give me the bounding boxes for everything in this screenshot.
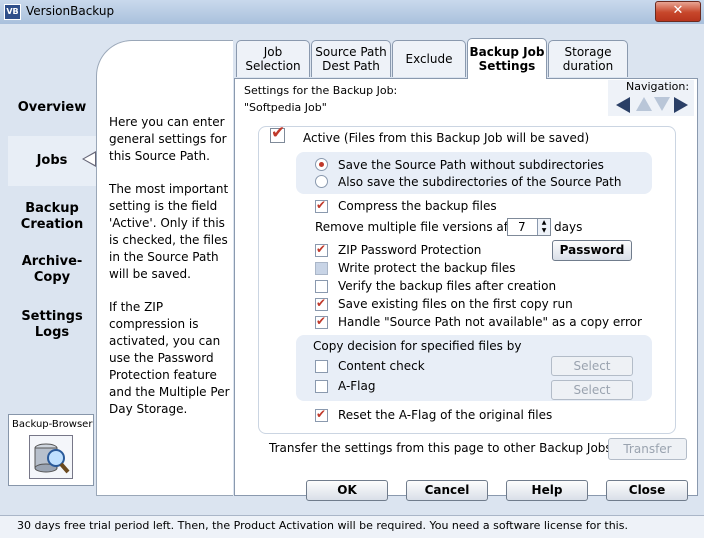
transfer-label: Transfer the settings from this page to … xyxy=(269,441,616,455)
settings-for-label: Settings for the Backup Job: xyxy=(244,84,398,97)
job-header: Settings for the Backup Job: "Softpedia … xyxy=(244,82,397,116)
tab-label-line1: Job xyxy=(263,45,283,59)
nav-overview[interactable]: Overview xyxy=(8,100,96,118)
job-name: "Softpedia Job" xyxy=(244,101,327,114)
nav-pointer-inner xyxy=(84,153,95,165)
remove-versions-label: Remove multiple file versions after xyxy=(315,220,525,234)
days-label: days xyxy=(554,220,583,234)
nav-backup-creation-line1: Backup xyxy=(25,201,79,216)
tab-label-line2: Dest Path xyxy=(322,59,380,73)
zip-password-checkbox[interactable] xyxy=(315,242,328,257)
navigation-label: Navigation: xyxy=(626,80,690,93)
remove-days-value: 7 xyxy=(518,220,526,234)
nav-up-icon[interactable] xyxy=(636,97,652,111)
save-existing-checkbox[interactable] xyxy=(315,296,328,311)
tab-exclude[interactable]: Exclude xyxy=(392,40,466,77)
tab-storage-duration[interactable]: Storage duration xyxy=(548,40,628,77)
reset-a-flag-checkbox[interactable] xyxy=(315,407,328,422)
info-paragraph-1: Here you can enter general settings for … xyxy=(109,115,227,163)
ok-button[interactable]: OK xyxy=(306,480,388,501)
write-protect-checkbox[interactable] xyxy=(315,262,328,275)
window-close-button[interactable]: ✕ xyxy=(655,1,701,22)
backup-browser-button[interactable]: Backup-Browser xyxy=(8,414,94,486)
tab-source-dest-path[interactable]: Source Path Dest Path xyxy=(311,40,391,77)
app-icon: VB xyxy=(4,4,21,20)
help-button[interactable]: Help xyxy=(506,480,588,501)
navigation-box: Navigation: xyxy=(608,80,694,116)
radio-with-subdirs[interactable] xyxy=(315,175,328,188)
tab-job-selection[interactable]: Job Selection xyxy=(236,40,310,77)
close-button[interactable]: Close xyxy=(606,480,688,501)
magnifier-disk-icon xyxy=(29,435,73,479)
radio-without-subdirs-label: Save the Source Path without subdirector… xyxy=(338,158,604,172)
radio-without-subdirs[interactable] xyxy=(315,158,328,171)
tab-label-line2: duration xyxy=(562,59,614,73)
verify-checkbox[interactable] xyxy=(315,280,328,293)
nav-archive-copy[interactable]: Archive- Copy xyxy=(8,254,96,286)
nav-down-icon[interactable] xyxy=(654,97,670,111)
save-existing-label: Save existing files on the first copy ru… xyxy=(338,297,573,311)
info-text: Here you can enter general settings for … xyxy=(109,114,231,434)
active-checkbox[interactable] xyxy=(270,123,285,143)
zip-password-label: ZIP Password Protection xyxy=(338,243,482,257)
info-paragraph-2: The most important setting is the field … xyxy=(109,182,229,281)
nav-settings-logs[interactable]: Settings Logs xyxy=(8,309,96,341)
status-text: 30 days free trial period left. Then, th… xyxy=(17,519,628,532)
window-title: VersionBackup xyxy=(26,4,115,18)
verify-label: Verify the backup files after creation xyxy=(338,279,557,293)
radio-with-subdirs-label: Also save the subdirectories of the Sour… xyxy=(338,175,622,189)
spin-arrows-icon[interactable]: ▲ ▼ xyxy=(537,219,550,235)
tab-label-line2: Settings xyxy=(478,59,536,73)
status-bar: 30 days free trial period left. Then, th… xyxy=(0,515,704,538)
remove-days-stepper[interactable]: 7 ▲ ▼ xyxy=(507,218,551,236)
nav-prev-icon[interactable] xyxy=(616,97,630,113)
tab-label-line1: Backup Job xyxy=(469,45,545,59)
handle-unavailable-checkbox[interactable] xyxy=(315,314,328,329)
a-flag-select-button[interactable]: Select xyxy=(551,380,633,400)
password-button[interactable]: Password xyxy=(552,240,632,261)
handle-unavailable-label: Handle "Source Path not available" as a … xyxy=(338,315,642,329)
nav-backup-creation-line2: Creation xyxy=(20,217,84,232)
copy-decision-label: Copy decision for specified files by xyxy=(313,339,522,353)
write-protect-label: Write protect the backup files xyxy=(338,261,516,275)
a-flag-label: A-Flag xyxy=(338,379,376,393)
title-bar: VB VersionBackup ✕ xyxy=(0,0,704,25)
tab-label-line1: Exclude xyxy=(405,52,453,66)
info-paragraph-3: If the ZIP compression is activated, you… xyxy=(109,300,230,416)
transfer-button[interactable]: Transfer xyxy=(608,438,687,460)
a-flag-checkbox[interactable] xyxy=(315,380,328,393)
tab-label-line2: Selection xyxy=(245,59,301,73)
nav-archive-copy-line2: Copy xyxy=(33,270,71,285)
nav-next-icon[interactable] xyxy=(674,97,688,113)
nav-backup-creation[interactable]: Backup Creation xyxy=(8,201,96,233)
tab-backup-job-settings[interactable]: Backup Job Settings xyxy=(467,38,547,79)
content-check-checkbox[interactable] xyxy=(315,360,328,373)
backup-browser-label: Backup-Browser xyxy=(12,419,93,430)
content-check-select-button[interactable]: Select xyxy=(551,356,633,376)
nav-archive-copy-line1: Archive- xyxy=(21,254,83,269)
nav-settings-logs-line1: Settings xyxy=(21,309,83,324)
tab-label-line1: Storage xyxy=(564,45,612,59)
content-check-label: Content check xyxy=(338,359,425,373)
cancel-button[interactable]: Cancel xyxy=(406,480,488,501)
tab-label-line1: Source Path xyxy=(315,45,387,59)
compress-checkbox[interactable] xyxy=(315,198,328,213)
nav-settings-logs-line2: Logs xyxy=(34,325,70,340)
active-label: Active (Files from this Backup Job will … xyxy=(303,131,590,145)
compress-label: Compress the backup files xyxy=(338,199,497,213)
reset-a-flag-label: Reset the A-Flag of the original files xyxy=(338,408,553,422)
